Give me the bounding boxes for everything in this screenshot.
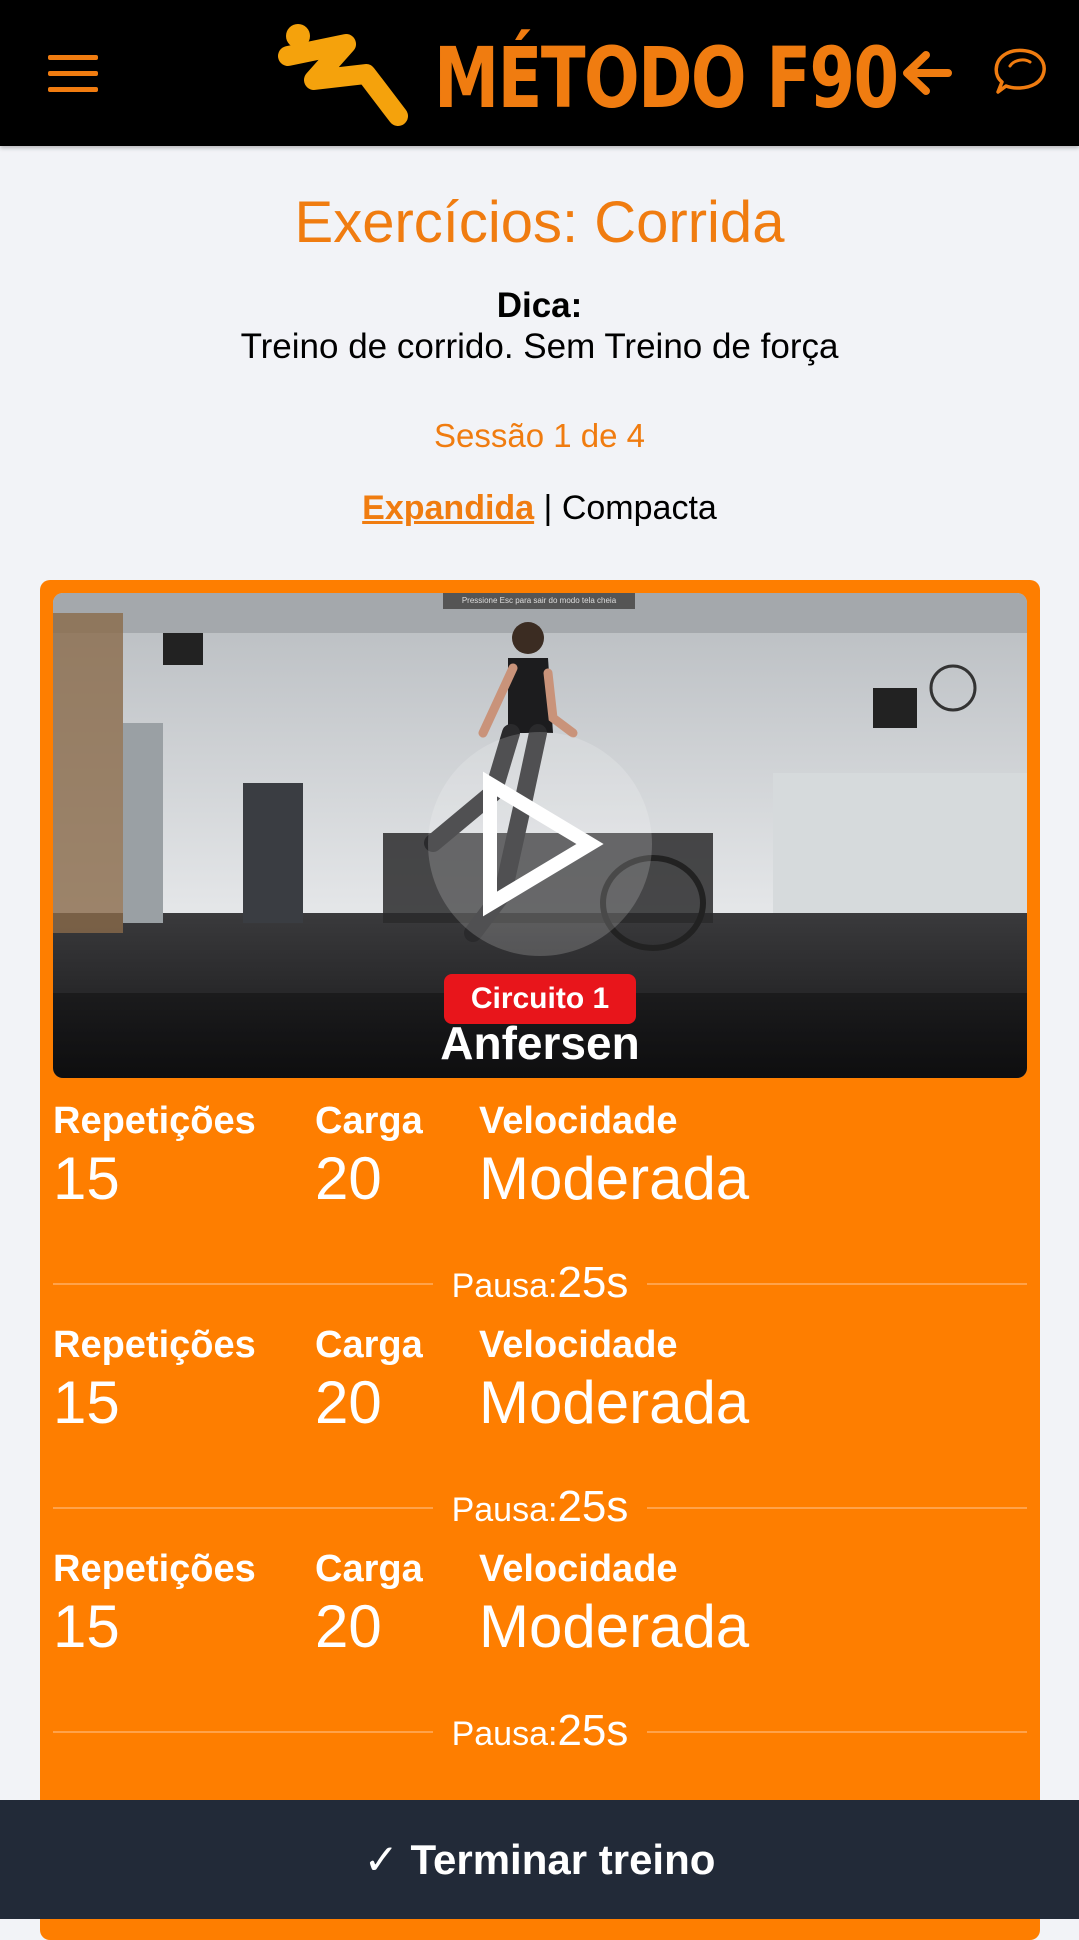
load-metric: Carga 20: [315, 1098, 423, 1214]
reps-value: 15: [53, 1369, 120, 1436]
speed-metric: Velocidade Moderada: [479, 1546, 749, 1662]
reps-label: Repetições: [53, 1548, 256, 1590]
load-metric: Carga 20: [315, 1322, 423, 1438]
brand-logo: MÉTODO F90: [276, 16, 899, 130]
load-label: Carga: [315, 1324, 423, 1366]
exercise-set: Repetições 15 Carga 20 Velocidade Modera…: [53, 1546, 1027, 1766]
finish-workout-button[interactable]: ✓ Terminar treino: [0, 1800, 1079, 1919]
exercise-name: Anfersen: [440, 1017, 640, 1069]
tip-text: Treino de corrido. Sem Treino de força: [240, 327, 839, 366]
page-title: Exercícios: Corrida: [294, 190, 785, 255]
exercise-card: Pressione Esc para sair do modo tela che…: [40, 580, 1040, 1940]
speed-value: Moderada: [479, 1369, 750, 1436]
speed-value: Moderada: [479, 1593, 750, 1660]
reps-label: Repetições: [53, 1100, 256, 1142]
exercise-set: Repetições 15 Carga 20 Velocidade Modera…: [53, 1322, 1027, 1542]
pause-divider: Pausa:25s: [53, 1706, 1027, 1756]
pause-value: 25s: [557, 1706, 629, 1755]
top-app-bar: MÉTODO F90: [0, 0, 1079, 146]
view-toggle: Expandida | Compacta: [0, 486, 1079, 530]
speed-value: Moderada: [479, 1145, 750, 1212]
pause-value: 25s: [557, 1258, 629, 1307]
speed-label: Velocidade: [479, 1548, 678, 1590]
load-value: 20: [315, 1593, 382, 1660]
pause-value: 25s: [557, 1482, 629, 1531]
speed-metric: Velocidade Moderada: [479, 1098, 749, 1214]
reps-metric: Repetições 15: [53, 1098, 256, 1214]
reps-value: 15: [53, 1593, 120, 1660]
exercise-video[interactable]: Pressione Esc para sair do modo tela che…: [53, 593, 1027, 1078]
logo-figure-icon: [278, 24, 408, 126]
pause-divider: Pausa:25s: [53, 1482, 1027, 1532]
speed-label: Velocidade: [479, 1100, 678, 1142]
pause-label: Pausa:: [451, 1715, 558, 1753]
load-value: 20: [315, 1145, 382, 1212]
speed-label: Velocidade: [479, 1324, 678, 1366]
chat-bubble-icon[interactable]: [990, 44, 1048, 102]
reps-metric: Repetições 15: [53, 1322, 256, 1438]
session-indicator: Sessão 1 de 4: [434, 417, 645, 454]
pause-divider: Pausa:25s: [53, 1258, 1027, 1308]
view-expanded-link[interactable]: Expandida: [362, 489, 534, 527]
hamburger-menu-icon[interactable]: [48, 55, 98, 93]
reps-value: 15: [53, 1145, 120, 1212]
logo-text: MÉTODO F90: [434, 29, 899, 127]
reps-label: Repetições: [53, 1324, 256, 1366]
load-label: Carga: [315, 1100, 423, 1142]
arrow-left-icon[interactable]: [900, 48, 952, 98]
pause-label: Pausa:: [451, 1267, 558, 1305]
fullscreen-hint: Pressione Esc para sair do modo tela che…: [443, 593, 635, 609]
pause-label: Pausa:: [451, 1491, 558, 1529]
load-metric: Carga 20: [315, 1546, 423, 1662]
play-icon[interactable]: [425, 729, 655, 959]
view-separator: |: [534, 489, 562, 527]
reps-metric: Repetições 15: [53, 1546, 256, 1662]
tip-label: Dica:: [496, 286, 583, 325]
exercise-set: Repetições 15 Carga 20 Velocidade Modera…: [53, 1098, 1027, 1318]
view-compact-link[interactable]: Compacta: [562, 489, 717, 527]
load-value: 20: [315, 1369, 382, 1436]
speed-metric: Velocidade Moderada: [479, 1322, 749, 1438]
load-label: Carga: [315, 1548, 423, 1590]
